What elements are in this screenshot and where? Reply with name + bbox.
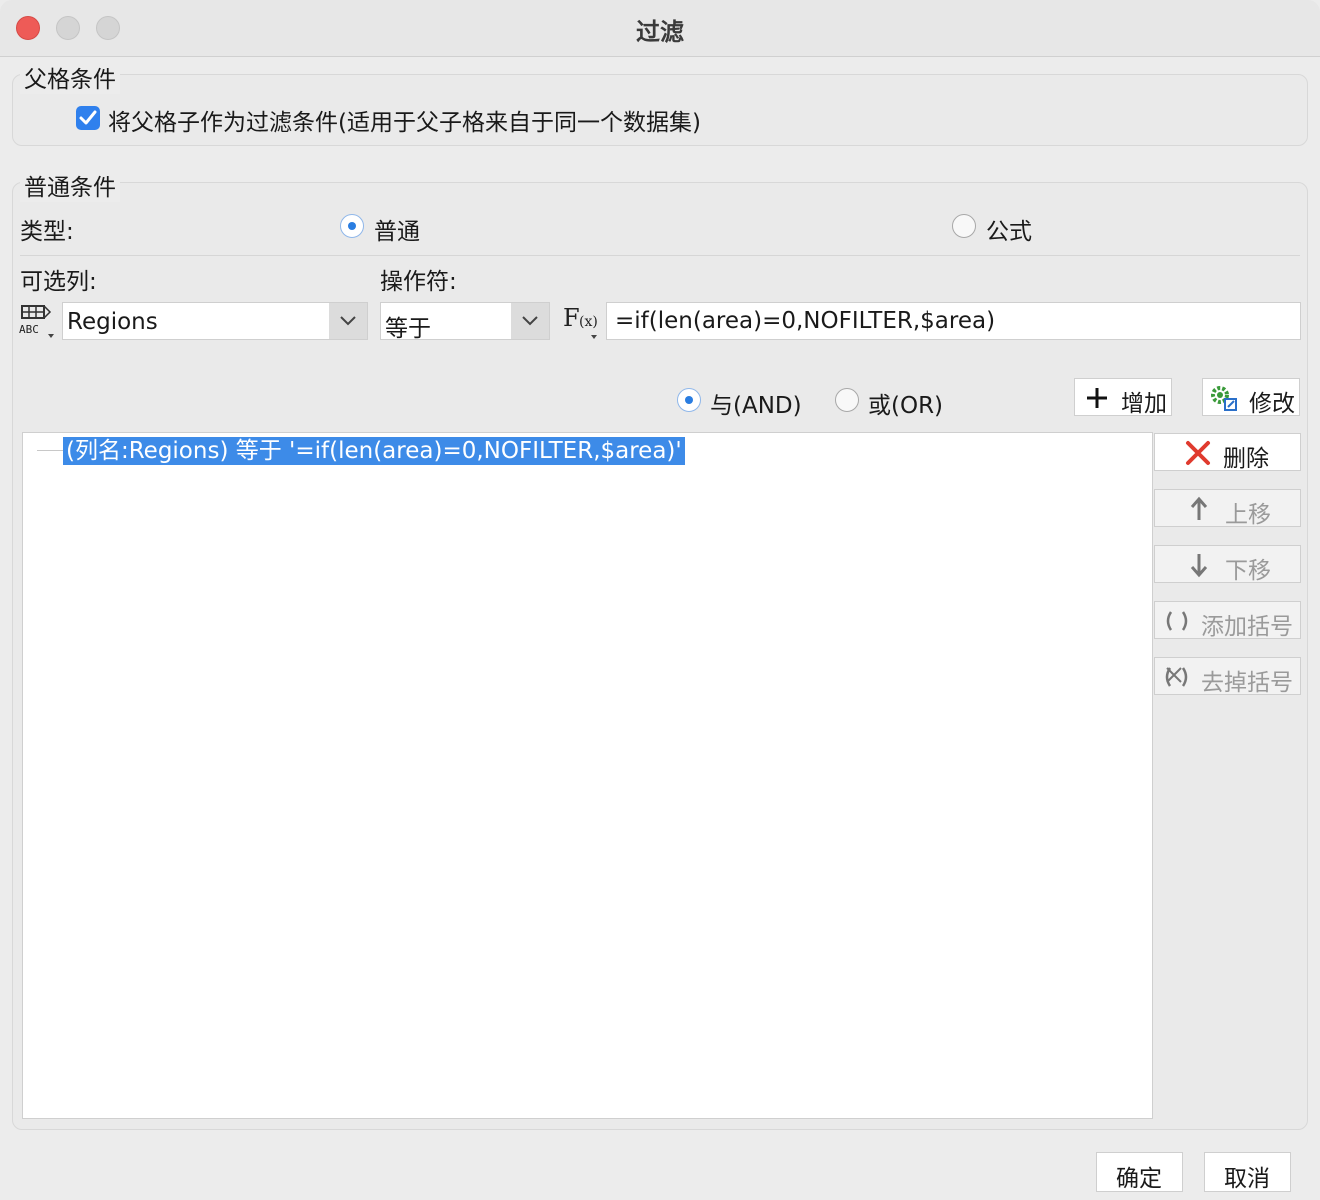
cancel-button-label: 取消 <box>1224 1166 1270 1192</box>
delete-condition-button[interactable]: 删除 <box>1154 433 1301 472</box>
column-select[interactable]: Regions <box>62 302 368 340</box>
parent-condition-legend: 父格条件 <box>20 60 120 94</box>
modify-condition-button[interactable]: 修改 <box>1202 378 1300 417</box>
type-label: 类型: <box>20 219 74 245</box>
svg-text:F: F <box>563 304 580 332</box>
operator-select[interactable]: 等于 <box>380 302 550 342</box>
ok-button-label: 确定 <box>1116 1166 1162 1192</box>
formula-value-input[interactable]: =if(len(area)=0,NOFILTER,$area) <box>606 302 1301 340</box>
divider <box>20 255 1300 256</box>
formula-icon: F (x) <box>563 304 598 339</box>
logic-or-label: 或(OR) <box>868 393 944 419</box>
add-condition-label: 增加 <box>1121 391 1167 417</box>
column-select-arrow[interactable] <box>329 303 367 339</box>
tree-connector <box>37 450 63 451</box>
arrow-down-icon <box>1190 554 1208 578</box>
plus-icon <box>1087 388 1107 408</box>
move-down-button[interactable]: 下移 <box>1154 545 1301 584</box>
move-down-label: 下移 <box>1225 558 1271 584</box>
title-bar: 过滤 <box>0 0 1320 57</box>
cancel-button[interactable]: 取消 <box>1204 1152 1291 1192</box>
formula-editor-button[interactable]: F (x) <box>562 302 602 340</box>
formula-value-text: =if(len(area)=0,NOFILTER,$area) <box>615 308 996 334</box>
type-normal-label: 普通 <box>374 219 420 245</box>
add-bracket-label: 添加括号 <box>1201 614 1293 640</box>
type-formula-label: 公式 <box>986 219 1032 245</box>
checkmark-icon <box>79 110 97 125</box>
brackets-icon <box>1166 611 1188 631</box>
move-up-label: 上移 <box>1225 502 1271 528</box>
svg-text:(x): (x) <box>579 314 598 330</box>
remove-brackets-icon <box>1165 667 1188 687</box>
type-normal-radio[interactable] <box>340 214 364 238</box>
ok-button[interactable]: 确定 <box>1096 1152 1183 1192</box>
condition-list[interactable]: (列名:Regions) 等于 '=if(len(area)=0,NOFILTE… <box>22 432 1153 1119</box>
window-title: 过滤 <box>636 18 684 46</box>
filter-dialog: 过滤 父格条件 将父格子作为过滤条件(适用于父子格来自于同一个数据集) 普通条件… <box>0 0 1320 1200</box>
arrow-up-icon <box>1190 496 1208 520</box>
add-condition-button[interactable]: 增加 <box>1074 378 1172 417</box>
add-bracket-button[interactable]: 添加括号 <box>1154 601 1301 640</box>
gear-edit-icon <box>1211 386 1237 411</box>
logic-or-radio[interactable] <box>835 388 859 412</box>
remove-bracket-button[interactable]: 去掉括号 <box>1154 657 1301 696</box>
parent-filter-checkbox-label: 将父格子作为过滤条件(适用于父子格来自于同一个数据集) <box>108 110 701 136</box>
move-up-button[interactable]: 上移 <box>1154 489 1301 528</box>
chevron-down-icon <box>340 316 356 326</box>
type-formula-radio[interactable] <box>952 214 976 238</box>
svg-text:ABC: ABC <box>19 323 39 336</box>
chevron-down-icon <box>522 316 538 326</box>
condition-list-item[interactable]: (列名:Regions) 等于 '=if(len(area)=0,NOFILTE… <box>63 437 685 465</box>
logic-and-radio[interactable] <box>677 388 701 412</box>
column-select-value: Regions <box>67 309 158 335</box>
operator-select-arrow[interactable] <box>511 303 549 339</box>
remove-bracket-label: 去掉括号 <box>1201 670 1293 696</box>
delete-x-icon <box>1186 441 1210 465</box>
operator-label: 操作符: <box>380 269 457 295</box>
parent-filter-checkbox[interactable] <box>76 106 100 130</box>
modify-condition-label: 修改 <box>1249 391 1295 417</box>
normal-condition-legend: 普通条件 <box>20 168 120 202</box>
logic-and-label: 与(AND) <box>710 393 802 419</box>
operator-select-value: 等于 <box>385 316 431 342</box>
delete-condition-label: 删除 <box>1223 446 1269 472</box>
column-type-icon[interactable]: ABC <box>18 302 58 340</box>
column-label: 可选列: <box>20 269 97 295</box>
